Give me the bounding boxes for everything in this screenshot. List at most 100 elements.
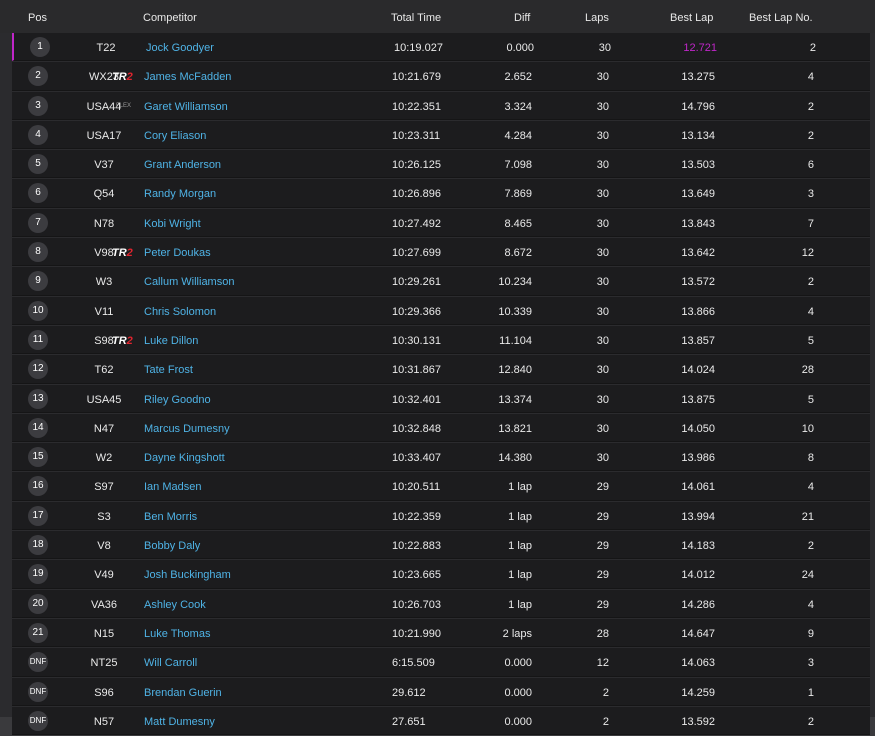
competitor-name[interactable]: Riley Goodno xyxy=(144,394,211,406)
competitor-name[interactable]: Cory Eliason xyxy=(144,130,206,142)
car-number: N47 xyxy=(93,422,115,435)
col-total-time-header[interactable]: Total Time xyxy=(391,12,441,24)
diff-value: 11.104 xyxy=(499,334,532,347)
table-row[interactable]: 15 W2 Dayne Kingshott 10:33.407 14.380 30 13.9… xyxy=(12,443,870,472)
table-row[interactable]: 21 N15 Luke Thomas 10:21.990 2 laps 28 14.647 9 xyxy=(12,618,870,648)
laps-value: 28 xyxy=(596,627,609,640)
car-number: V37 xyxy=(94,159,114,172)
competitor-name[interactable]: Luke Thomas xyxy=(144,628,210,640)
competitor-name[interactable]: Brendan Guerin xyxy=(144,687,222,699)
total-time: 10:23.665 xyxy=(392,569,441,582)
competitor-name[interactable]: Grant Anderson xyxy=(144,159,221,171)
results-panel: Pos Competitor Total Time Diff Laps Best… xyxy=(0,0,875,736)
results-table: 1 T22 Jock Goodyer 10:19.027 0.000 30 12.721 2 2… xyxy=(12,33,870,736)
competitor-name[interactable]: Garet Williamson xyxy=(144,101,228,113)
position-badge: 19 xyxy=(28,564,48,585)
competitor-name[interactable]: Marcus Dumesny xyxy=(144,423,230,435)
table-row[interactable]: 14 N47 Marcus Dumesny 10:32.848 13.821 30 14.0… xyxy=(12,413,870,443)
table-row[interactable]: DNF S96 Brendan Guerin 29.612 0.000 2 14.259 1 xyxy=(12,677,870,706)
position-badge: 7 xyxy=(28,212,48,233)
best-lap-value: 13.986 xyxy=(681,452,715,465)
table-row[interactable]: 6 Q54 Randy Morgan 10:26.896 7.869 30 13.649 3 xyxy=(12,179,870,208)
laps-value: 29 xyxy=(596,510,609,523)
table-row[interactable]: DNF N57 Matt Dumesny 27.651 0.000 2 13.592 2 xyxy=(12,706,870,736)
table-row[interactable]: 4 USA17 Cory Eliason 10:23.311 4.284 30 13.134… xyxy=(12,120,870,150)
table-row[interactable]: 20 VA36 Ashley Cook 10:26.703 1 lap 29 14.286 4 xyxy=(12,589,870,618)
competitor-name[interactable]: James McFadden xyxy=(144,71,231,83)
competitor-name[interactable]: Ashley Cook xyxy=(144,599,206,611)
best-lap-number: 4 xyxy=(807,598,814,611)
table-row[interactable]: 8 V98 TR2 Peter Doukas 10:27.699 8.672 30 13.64… xyxy=(12,238,870,267)
diff-value: 8.465 xyxy=(504,217,532,230)
competitor-name[interactable]: Josh Buckingham xyxy=(144,569,231,581)
diff-value: 1 lap xyxy=(508,481,532,494)
total-time: 10:31.867 xyxy=(392,364,441,377)
car-number: S3 xyxy=(97,510,111,523)
laps-value: 30 xyxy=(596,247,609,260)
competitor-name[interactable]: Bobby Daly xyxy=(144,540,200,552)
table-row[interactable]: 10 V11 Chris Solomon 10:29.366 10.339 30 13.86… xyxy=(12,296,870,325)
diff-value: 1 lap xyxy=(508,510,532,523)
col-best-lap-no-header[interactable]: Best Lap No. xyxy=(749,12,813,24)
laps-value: 30 xyxy=(596,422,609,435)
competitor-name[interactable]: Ian Madsen xyxy=(144,481,201,493)
table-row[interactable]: 19 V49 Josh Buckingham 10:23.665 1 lap 29 14.0… xyxy=(12,560,870,589)
best-lap-number: 12 xyxy=(801,247,814,260)
best-lap-value: 14.024 xyxy=(681,364,715,377)
competitor-name[interactable]: Kobi Wright xyxy=(144,218,201,230)
competitor-name[interactable]: Peter Doukas xyxy=(144,247,211,259)
best-lap-number: 2 xyxy=(809,42,816,54)
class-tag: TR2 xyxy=(112,334,133,347)
competitor-name[interactable]: Matt Dumesny xyxy=(144,716,215,728)
table-row[interactable]: 5 V37 Grant Anderson 10:26.125 7.098 30 13.503… xyxy=(12,150,870,179)
best-lap-value: 14.259 xyxy=(681,686,715,699)
competitor-name[interactable]: Will Carroll xyxy=(144,657,197,669)
total-time: 10:27.699 xyxy=(392,247,441,260)
col-pos-header[interactable]: Pos xyxy=(28,12,47,24)
best-lap-value: 13.642 xyxy=(681,247,715,260)
competitor-name[interactable]: Ben Morris xyxy=(144,511,197,523)
best-lap-number: 21 xyxy=(801,510,814,523)
car-number: V49 xyxy=(94,569,114,582)
table-row[interactable]: 1 T22 Jock Goodyer 10:19.027 0.000 30 12.721 2 xyxy=(12,33,870,62)
competitor-name[interactable]: Jock Goodyer xyxy=(146,42,214,54)
laps-value: 29 xyxy=(596,481,609,494)
competitor-name[interactable]: Randy Morgan xyxy=(144,188,216,200)
diff-value: 2 laps xyxy=(502,627,532,640)
diff-value: 1 lap xyxy=(508,540,532,553)
table-row[interactable]: 12 T62 Tate Frost 10:31.867 12.840 30 14.024 28 xyxy=(12,355,870,384)
position-badge: 12 xyxy=(28,359,48,380)
col-diff-header[interactable]: Diff xyxy=(514,12,530,24)
total-time: 10:26.896 xyxy=(392,188,441,201)
table-row[interactable]: DNF NT25 Will Carroll 6:15.509 0.000 12 14.063… xyxy=(12,648,870,677)
table-row[interactable]: 2 WX23 TR2 James McFadden 10:21.679 2.652 30 13… xyxy=(12,62,870,91)
car-number: USA45 xyxy=(86,393,122,406)
col-laps-header[interactable]: Laps xyxy=(585,12,609,24)
results-header: Pos Competitor Total Time Diff Laps Best… xyxy=(0,0,875,33)
competitor-name[interactable]: Tate Frost xyxy=(144,364,193,376)
table-row[interactable]: 3 USA44 FLEX Garet Williamson 10:22.351 3.324… xyxy=(12,91,870,120)
best-lap-number: 4 xyxy=(807,71,814,84)
competitor-name[interactable]: Dayne Kingshott xyxy=(144,452,225,464)
best-lap-number: 4 xyxy=(807,305,814,318)
best-lap-value: 14.061 xyxy=(681,481,715,494)
table-row[interactable]: 7 N78 Kobi Wright 10:27.492 8.465 30 13.843 7 xyxy=(12,208,870,238)
table-row[interactable]: 11 S98 TR2 Luke Dillon 10:30.131 11.104 30 13.8… xyxy=(12,325,870,355)
col-best-lap-header[interactable]: Best Lap xyxy=(670,12,713,24)
position-badge: 21 xyxy=(28,622,48,643)
table-row[interactable]: 17 S3 Ben Morris 10:22.359 1 lap 29 13.994 21 xyxy=(12,501,870,531)
position-badge: DNF xyxy=(28,652,48,673)
competitor-name[interactable]: Luke Dillon xyxy=(144,335,198,347)
table-row[interactable]: 16 S97 Ian Madsen 10:20.511 1 lap 29 14.061 4 xyxy=(12,472,870,501)
best-lap-number: 2 xyxy=(807,100,814,113)
table-row[interactable]: 9 W3 Callum Williamson 10:29.261 10.234 30 13.… xyxy=(12,267,870,296)
competitor-name[interactable]: Callum Williamson xyxy=(144,276,234,288)
competitor-name[interactable]: Chris Solomon xyxy=(144,306,216,318)
table-row[interactable]: 18 V8 Bobby Daly 10:22.883 1 lap 29 14.183 2 xyxy=(12,531,870,560)
best-lap-value: 14.286 xyxy=(681,598,715,611)
car-number: S97 xyxy=(94,481,114,494)
position-badge: 3 xyxy=(28,95,48,116)
col-competitor-header[interactable]: Competitor xyxy=(143,12,197,24)
table-row[interactable]: 13 USA45 Riley Goodno 10:32.401 13.374 30 13.8… xyxy=(12,384,870,413)
position-badge: 6 xyxy=(28,183,48,204)
